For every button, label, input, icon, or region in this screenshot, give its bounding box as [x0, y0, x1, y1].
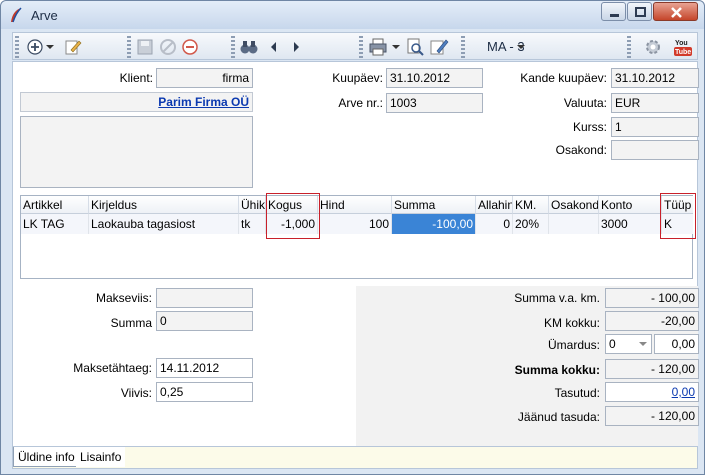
minimize-button[interactable] [601, 2, 626, 21]
maximize-button[interactable] [627, 2, 652, 21]
umardus-chevron-down-icon [639, 342, 647, 346]
toolbar-grip [627, 36, 631, 58]
makseviis-field[interactable] [156, 288, 253, 308]
document-type-dropdown-icon[interactable] [516, 37, 526, 57]
cell-summa-selected[interactable]: -100,00 [392, 214, 476, 234]
toolbar-grip [461, 36, 465, 58]
tasutud-link[interactable]: 0,00 [672, 385, 695, 399]
invoice-lines-grid: Artikkel Kirjeldus Ühik Kogus Hind Summa… [20, 193, 696, 279]
kuupaev-label: Kuupäev: [332, 71, 383, 85]
kogus-highlight-box [266, 193, 320, 239]
cell-km[interactable]: 20% [513, 214, 549, 234]
toolbar-grip [15, 36, 19, 58]
valuuta-label: Valuuta: [563, 96, 607, 110]
cell-allahind[interactable]: 0 [476, 214, 513, 234]
youtube-icon[interactable]: You Tube [673, 37, 693, 57]
cancel-icon[interactable] [158, 37, 178, 57]
col-header-konto[interactable]: Konto [599, 196, 662, 214]
tuup-highlight-box [660, 193, 696, 239]
print-preview-icon[interactable] [405, 37, 425, 57]
delete-icon[interactable] [180, 37, 200, 57]
kurss-field[interactable]: 1 [611, 117, 699, 137]
col-header-allahind[interactable]: Allahind [476, 196, 513, 214]
add-dropdown-icon[interactable] [45, 37, 55, 57]
cell-uhik[interactable]: tk [239, 214, 266, 234]
print-icon[interactable] [368, 37, 388, 57]
jaanud-tasuda-label: Jäänud tasuda: [517, 410, 600, 424]
tab-uldine-info[interactable]: Üldine info [13, 447, 80, 467]
summa-kokku-label: Summa kokku: [514, 363, 600, 377]
company-name-link[interactable]: Parim Firma OÜ [20, 92, 253, 112]
edit-icon[interactable] [63, 37, 83, 57]
cell-artikkel[interactable]: LK TAG [21, 214, 89, 234]
summa-vaa-km-label: Summa v.a. km. [514, 291, 600, 305]
previous-arrow-icon[interactable] [268, 37, 280, 57]
toolbar-grip [127, 36, 131, 58]
app-feather-icon [11, 7, 22, 23]
window-title: Arve [31, 8, 58, 23]
viivis-label: Viivis: [120, 386, 152, 400]
arve-nr-label: Arve nr.: [338, 96, 383, 110]
km-kokku-field: -20,00 [605, 311, 699, 331]
close-button[interactable] [653, 2, 698, 21]
kuupaev-field[interactable]: 31.10.2012 [386, 68, 483, 88]
save-icon[interactable] [135, 37, 155, 57]
toolbar-grip [359, 36, 363, 58]
umardus-select[interactable]: 0 [605, 334, 652, 354]
arve-nr-field[interactable]: 1003 [386, 93, 483, 113]
cell-osakond[interactable] [549, 214, 599, 234]
klient-label: Klient: [119, 71, 153, 85]
kande-kuupaev-label: Kande kuupäev: [520, 71, 607, 85]
cell-konto[interactable]: 3000 [599, 214, 662, 234]
osakond-field[interactable] [611, 140, 699, 160]
svg-text:You: You [675, 40, 688, 47]
tasutud-field[interactable]: 0,00 [605, 382, 699, 402]
toolbar: MA - 3 You Tube [12, 32, 698, 60]
address-box[interactable] [20, 116, 253, 188]
umardus-field[interactable]: 0,00 [654, 334, 699, 354]
summa-kokku-field: - 120,00 [605, 359, 699, 379]
summa-field[interactable]: 0 [156, 311, 253, 331]
osakond-label: Osakond: [555, 143, 607, 157]
col-header-uhik[interactable]: Ühik [239, 196, 266, 214]
cell-kirjeldus[interactable]: Laokauba tagasiost [89, 214, 239, 234]
col-header-hind[interactable]: Hind [318, 196, 392, 214]
next-arrow-icon[interactable] [291, 37, 303, 57]
kurss-label: Kurss: [572, 120, 607, 134]
search-binoculars-icon[interactable] [239, 37, 259, 57]
summa-label: Summa [110, 316, 152, 330]
maksetahtaeg-field[interactable]: 14.11.2012 [156, 358, 253, 378]
makseviis-label: Makseviis: [95, 291, 152, 305]
invoice-window: Arve MA - 3 You Tube Klient: firma Parim… [0, 0, 705, 475]
col-header-km[interactable]: KM. [513, 196, 549, 214]
col-header-kirjeldus[interactable]: Kirjeldus [89, 196, 239, 214]
svg-text:Tube: Tube [675, 49, 691, 56]
sign-edit-icon[interactable] [429, 37, 449, 57]
umardus-label: Ümardus: [547, 338, 600, 352]
viivis-field[interactable]: 0,25 [156, 382, 253, 402]
tasutud-label: Tasutud: [554, 386, 600, 400]
klient-field[interactable]: firma [156, 68, 253, 88]
main-content: Klient: firma Parim Firma OÜ Kuupäev: 31… [12, 61, 699, 447]
tab-bar: Üldine info Lisainfo [12, 447, 698, 469]
col-header-summa[interactable]: Summa [392, 196, 476, 214]
kande-kuupaev-field[interactable]: 31.10.2012 [611, 68, 699, 88]
tab-lisainfo[interactable]: Lisainfo [76, 447, 126, 467]
col-header-artikkel[interactable]: Artikkel [21, 196, 89, 214]
add-icon[interactable] [25, 37, 47, 57]
toolbar-grip [231, 36, 235, 58]
jaanud-tasuda-field: - 120,00 [605, 406, 699, 426]
umardus-select-value: 0 [609, 337, 616, 351]
col-header-osakond[interactable]: Osakond [549, 196, 599, 214]
valuuta-field[interactable]: EUR [611, 93, 699, 113]
settings-gear-icon[interactable] [643, 37, 663, 57]
summa-vaa-km-field: - 100,00 [605, 288, 699, 308]
print-dropdown-icon[interactable] [391, 37, 401, 57]
maksetahtaeg-label: Maksetähtaeg: [73, 361, 152, 375]
km-kokku-label: KM kokku: [543, 316, 600, 330]
cell-hind[interactable]: 100 [318, 214, 392, 234]
title-bar: Arve [1, 1, 704, 29]
